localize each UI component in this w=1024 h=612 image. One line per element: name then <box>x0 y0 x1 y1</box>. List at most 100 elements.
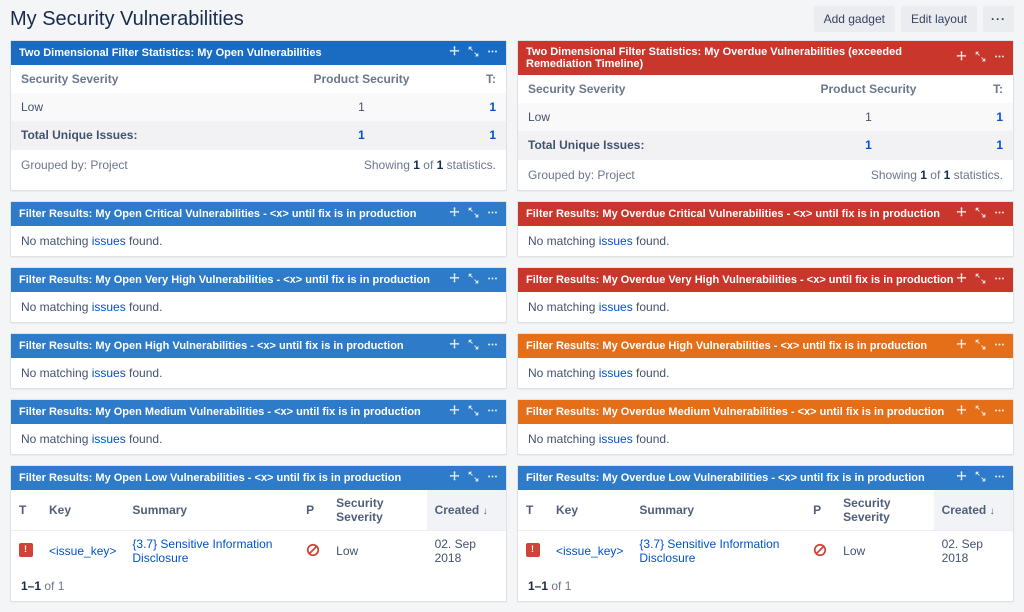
gadget-open-critical: Filter Results: My Open Critical Vulnera… <box>10 201 507 257</box>
gadget-menu-icon[interactable] <box>487 273 498 287</box>
col-created[interactable]: Created ↓ <box>934 490 1013 531</box>
col-type[interactable]: T <box>11 490 41 531</box>
col-key[interactable]: Key <box>548 490 631 531</box>
gadget-menu-icon[interactable] <box>487 207 498 221</box>
created-value: 02. Sep 2018 <box>934 531 1013 572</box>
expand-icon[interactable] <box>468 405 479 419</box>
col-sev: Security Severity <box>518 75 764 103</box>
move-icon[interactable] <box>956 405 967 419</box>
gadget-title: Filter Results: My Overdue Low Vulnerabi… <box>526 472 925 484</box>
no-results: No matching issues found. <box>11 358 506 388</box>
issues-link[interactable]: issues <box>599 366 633 380</box>
col-summary[interactable]: Summary <box>631 490 805 531</box>
col-prodsec: Product Security <box>257 65 466 93</box>
gadget-title: Filter Results: My Open High Vulnerabili… <box>19 340 404 352</box>
gadget-menu-icon[interactable] <box>994 471 1005 485</box>
gadget-title: Filter Results: My Overdue Critical Vuln… <box>526 208 940 220</box>
col-sev[interactable]: Security Severity <box>328 490 426 531</box>
col-priority[interactable]: P <box>298 490 328 531</box>
gadget-menu-icon[interactable] <box>487 405 498 419</box>
move-icon[interactable] <box>449 405 460 419</box>
expand-icon[interactable] <box>975 405 986 419</box>
issues-link[interactable]: issues <box>599 432 633 446</box>
stats-table: Security Severity Product Security T: Lo… <box>11 65 506 149</box>
no-results: No matching issues found. <box>518 292 1013 322</box>
gadget-menu-icon[interactable] <box>487 471 498 485</box>
move-icon[interactable] <box>449 273 460 287</box>
gadget-menu-icon[interactable] <box>487 339 498 353</box>
gadget-overdue-veryhigh: Filter Results: My Overdue Very High Vul… <box>517 267 1014 323</box>
col-sev: Security Severity <box>11 65 257 93</box>
add-gadget-button[interactable]: Add gadget <box>814 6 895 32</box>
gadget-title: Filter Results: My Overdue Medium Vulner… <box>526 406 944 418</box>
gadget-menu-icon[interactable] <box>487 46 498 60</box>
gadget-title: Filter Results: My Open Medium Vulnerabi… <box>19 406 421 418</box>
expand-icon[interactable] <box>468 471 479 485</box>
gadget-menu-icon[interactable] <box>994 207 1005 221</box>
gadget-title: Filter Results: My Overdue Very High Vul… <box>526 274 953 286</box>
row-low: Low 1 1 <box>11 93 506 121</box>
col-type[interactable]: T <box>518 490 548 531</box>
gadget-menu-icon[interactable] <box>994 51 1005 65</box>
col-summary[interactable]: Summary <box>124 490 298 531</box>
expand-icon[interactable] <box>975 273 986 287</box>
move-icon[interactable] <box>449 46 460 60</box>
expand-icon[interactable] <box>975 51 986 65</box>
col-sev[interactable]: Security Severity <box>835 490 933 531</box>
gadget-overdue-low: Filter Results: My Overdue Low Vulnerabi… <box>517 465 1014 602</box>
showing-count: Showing 1 of 1 statistics. <box>871 168 1003 182</box>
showing-count: Showing 1 of 1 statistics. <box>364 158 496 172</box>
col-t: T: <box>973 75 1013 103</box>
issue-summary-link[interactable]: {3.7} Sensitive Information Disclosure <box>639 537 779 565</box>
more-actions-button[interactable]: ··· <box>983 6 1014 32</box>
issues-table: T Key Summary P Security Severity Create… <box>11 490 506 571</box>
priority-icon <box>805 531 835 572</box>
table-row[interactable]: <issue_key> {3.7} Sensitive Information … <box>518 531 1013 572</box>
expand-icon[interactable] <box>975 339 986 353</box>
page-title: My Security Vulnerabilities <box>10 8 244 31</box>
issue-summary-link[interactable]: {3.7} Sensitive Information Disclosure <box>132 537 272 565</box>
move-icon[interactable] <box>956 339 967 353</box>
col-created[interactable]: Created ↓ <box>427 490 506 531</box>
edit-layout-button[interactable]: Edit layout <box>901 6 977 32</box>
gadget-overdue-medium: Filter Results: My Overdue Medium Vulner… <box>517 399 1014 455</box>
expand-icon[interactable] <box>468 339 479 353</box>
issue-key-link[interactable]: <issue_key> <box>556 544 623 558</box>
gadget-title: Filter Results: My Overdue High Vulnerab… <box>526 340 927 352</box>
issues-link[interactable]: issues <box>599 300 633 314</box>
sort-desc-icon: ↓ <box>990 506 995 517</box>
move-icon[interactable] <box>956 471 967 485</box>
move-icon[interactable] <box>956 273 967 287</box>
expand-icon[interactable] <box>468 207 479 221</box>
gadget-open-stats: Two Dimensional Filter Statistics: My Op… <box>10 40 507 191</box>
issues-link[interactable]: issues <box>92 366 126 380</box>
gadget-open-high: Filter Results: My Open High Vulnerabili… <box>10 333 507 389</box>
expand-icon[interactable] <box>975 471 986 485</box>
issues-link[interactable]: issues <box>599 234 633 248</box>
table-row[interactable]: <issue_key> {3.7} Sensitive Information … <box>11 531 506 572</box>
gadget-menu-icon[interactable] <box>994 339 1005 353</box>
move-icon[interactable] <box>449 207 460 221</box>
expand-icon[interactable] <box>468 46 479 60</box>
expand-icon[interactable] <box>975 207 986 221</box>
severity-value: Low <box>835 531 933 572</box>
col-priority[interactable]: P <box>805 490 835 531</box>
no-results: No matching issues found. <box>11 292 506 322</box>
move-icon[interactable] <box>449 339 460 353</box>
gadget-menu-icon[interactable] <box>994 405 1005 419</box>
issues-link[interactable]: issues <box>92 432 126 446</box>
move-icon[interactable] <box>956 207 967 221</box>
expand-icon[interactable] <box>468 273 479 287</box>
col-key[interactable]: Key <box>41 490 124 531</box>
no-results: No matching issues found. <box>518 424 1013 454</box>
issue-key-link[interactable]: <issue_key> <box>49 544 116 558</box>
move-icon[interactable] <box>449 471 460 485</box>
issues-link[interactable]: issues <box>92 234 126 248</box>
issues-table: T Key Summary P Security Severity Create… <box>518 490 1013 571</box>
gadget-title: Filter Results: My Open Low Vulnerabilit… <box>19 472 401 484</box>
col-t: T: <box>466 65 506 93</box>
move-icon[interactable] <box>956 51 967 65</box>
issues-link[interactable]: issues <box>92 300 126 314</box>
no-results: No matching issues found. <box>518 226 1013 256</box>
gadget-menu-icon[interactable] <box>994 273 1005 287</box>
